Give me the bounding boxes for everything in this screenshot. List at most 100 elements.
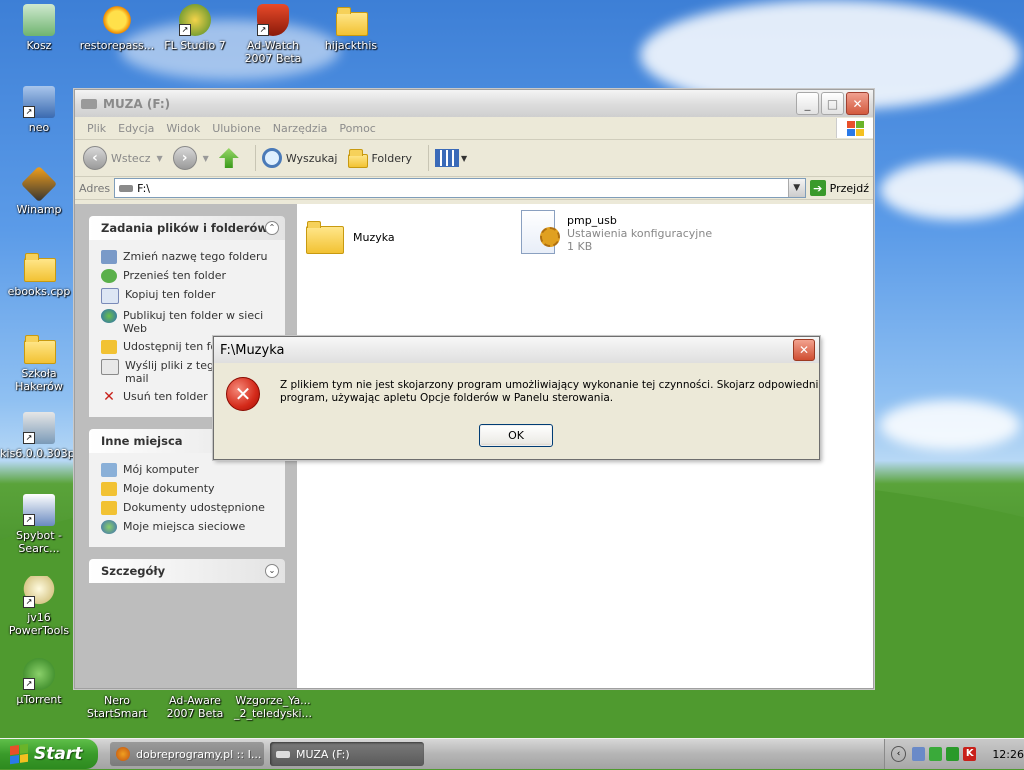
place-shared-documents[interactable]: Dokumenty udostępnione: [101, 501, 285, 515]
desktop-icon-recycle-bin[interactable]: Kosz: [0, 4, 80, 52]
delete-x-icon: ✕: [103, 389, 115, 405]
maximize-button[interactable]: □: [821, 92, 844, 115]
lightbulb-icon: ↗: [23, 576, 55, 608]
task-move-folder[interactable]: Przenieś ten folder: [101, 269, 285, 283]
clock[interactable]: 12:26: [992, 748, 1024, 761]
expand-chevron-icon[interactable]: ⌄: [265, 564, 279, 578]
menu-pomoc[interactable]: Pomoc: [333, 122, 381, 135]
documents-folder-icon: [101, 482, 117, 496]
toolbar-separator: [428, 145, 429, 171]
collapse-chevron-icon[interactable]: ⌃: [265, 221, 279, 235]
file-item-config[interactable]: pmp_usb Ustawienia konfiguracyjne 1 KB: [521, 210, 712, 254]
toolbar: ‹ Wstecz ▼ › ▼ Wyszukaj Foldery ▼: [75, 140, 873, 177]
task-publish-web[interactable]: Publikuj ten folder w sieci Web: [101, 309, 285, 335]
file-size: 1 KB: [567, 240, 593, 253]
explorer-titlebar[interactable]: MUZA (F:) _ □ ✕: [75, 90, 873, 117]
copy-icon: [101, 288, 119, 304]
task-label: Kopiuj ten folder: [125, 288, 216, 301]
taskbar-item-explorer[interactable]: MUZA (F:): [270, 742, 424, 766]
desktop-icon-ad-aware[interactable]: Ad-Aware 2007 Beta: [154, 694, 236, 720]
views-icon: [435, 149, 459, 167]
address-input[interactable]: F:\ ▼: [114, 178, 806, 198]
ad-watch-shield-icon: ↗: [257, 4, 289, 36]
search-button[interactable]: Wyszukaj: [261, 148, 338, 168]
ok-button[interactable]: OK: [479, 424, 553, 447]
forward-button[interactable]: › ▼: [172, 146, 209, 170]
task-label: Przenieś ten folder: [123, 269, 227, 282]
drive-icon: [119, 184, 134, 192]
desktop-icon-restorepass[interactable]: restorepass...: [76, 4, 158, 52]
desktop-icon-szkola-hakerow[interactable]: Szkoła Hakerów: [0, 332, 80, 393]
folder-icon: [23, 250, 56, 282]
desktop-icon-jv16[interactable]: ↗ jv16 PowerTools: [0, 576, 80, 637]
panel-header[interactable]: Zadania plików i folderów ⌃: [89, 216, 285, 240]
dialog-close-button[interactable]: ✕: [793, 339, 815, 361]
desktop-icon-winamp[interactable]: Winamp: [0, 165, 80, 216]
desktop-icon-label: Szkoła Hakerów: [15, 367, 63, 393]
desktop-icon-label: kis6.0.0.303pl: [0, 447, 78, 460]
desktop-icon-wzgorze[interactable]: Wzgorze_Ya... _2_teledyski...: [232, 694, 314, 720]
desktop-icon-ad-watch[interactable]: ↗ Ad-Watch 2007 Beta: [232, 4, 314, 65]
file-name: Muzyka: [353, 231, 395, 244]
network-tray-icon[interactable]: [912, 747, 926, 761]
app-tray-icon-2[interactable]: [946, 747, 960, 761]
desktop-icon-spybot[interactable]: ↗ Spybot - Searc...: [0, 494, 80, 555]
go-button[interactable]: ➔ Przejdź: [809, 180, 869, 196]
recycle-bin-icon: [23, 4, 55, 36]
error-icon: ✕: [226, 377, 260, 411]
winamp-icon: [20, 165, 58, 203]
menu-edycja[interactable]: Edycja: [112, 122, 160, 135]
task-label: Usuń ten folder: [123, 390, 208, 403]
dialog-title: F:\Muzyka: [220, 342, 285, 358]
task-label: Udostępnij ten fol: [123, 340, 221, 353]
app-tray-icon-1[interactable]: [929, 747, 943, 761]
up-folder-button[interactable]: [218, 148, 239, 168]
desktop-icon-hijackthis[interactable]: hijackthis: [310, 4, 392, 52]
desktop-icon-utorrent[interactable]: ↗ µTorrent: [0, 658, 80, 706]
back-button[interactable]: ‹ Wstecz ▼: [83, 146, 163, 170]
move-icon: [101, 269, 117, 283]
place-my-documents[interactable]: Moje dokumenty: [101, 482, 285, 496]
address-dropdown-button[interactable]: ▼: [787, 179, 805, 197]
sun-icon: [101, 4, 133, 36]
config-file-icon: [521, 210, 560, 254]
panel-header[interactable]: Szczegóły ⌄: [89, 559, 285, 583]
menu-plik[interactable]: Plik: [81, 122, 112, 135]
menubar: Plik Edycja Widok Ulubione Narzędzia Pom…: [75, 117, 873, 140]
place-my-computer[interactable]: Mój komputer: [101, 463, 285, 477]
dialog-titlebar[interactable]: F:\Muzyka ✕: [214, 337, 819, 363]
desktop-icon-neo[interactable]: ↗ neo: [0, 86, 80, 134]
place-network-places[interactable]: Moje miejsca sieciowe: [101, 520, 285, 534]
taskbar-item-label: dobreprogramy.pl :: I...: [136, 747, 262, 761]
task-copy-folder[interactable]: Kopiuj ten folder: [101, 288, 285, 304]
minimize-button[interactable]: _: [796, 92, 819, 115]
menu-widok[interactable]: Widok: [160, 122, 206, 135]
tray-expand-icon[interactable]: ‹: [891, 746, 907, 762]
search-icon: [261, 148, 282, 168]
drive-icon: [81, 98, 97, 109]
explorer-title: MUZA (F:): [103, 96, 171, 111]
windows-logo-icon: [836, 118, 873, 138]
desktop-icon-kis[interactable]: ↗ kis6.0.0.303pl: [0, 412, 80, 460]
desktop-icon-nero[interactable]: Nero StartSmart: [76, 694, 158, 720]
installer-icon: ↗: [23, 412, 55, 444]
back-label: Wstecz: [111, 151, 151, 165]
task-rename-folder[interactable]: Zmień nazwę tego folderu: [101, 250, 285, 264]
place-label: Moje miejsca sieciowe: [123, 520, 246, 533]
desktop-icon-ebooks[interactable]: ebooks.cpp: [0, 250, 80, 298]
taskbar-item-browser[interactable]: dobreprogramy.pl :: I...: [110, 742, 264, 766]
desktop-icon-label: restorepass...: [79, 39, 155, 52]
folders-button[interactable]: Foldery: [347, 149, 412, 168]
drive-icon: [276, 750, 290, 758]
menu-narzedzia[interactable]: Narzędzia: [267, 122, 334, 135]
menu-ulubione[interactable]: Ulubione: [206, 122, 267, 135]
views-button[interactable]: ▼: [435, 149, 467, 167]
firefox-icon: [116, 747, 130, 761]
start-button[interactable]: Start: [0, 739, 98, 769]
file-item-folder[interactable]: Muzyka: [305, 216, 395, 254]
close-button[interactable]: ✕: [846, 92, 869, 115]
search-label: Wyszukaj: [285, 151, 338, 165]
desktop-icon-fl-studio[interactable]: ↗ FL Studio 7: [154, 4, 236, 52]
shared-folder-icon: [101, 501, 117, 515]
kaspersky-tray-icon[interactable]: K: [963, 747, 977, 761]
